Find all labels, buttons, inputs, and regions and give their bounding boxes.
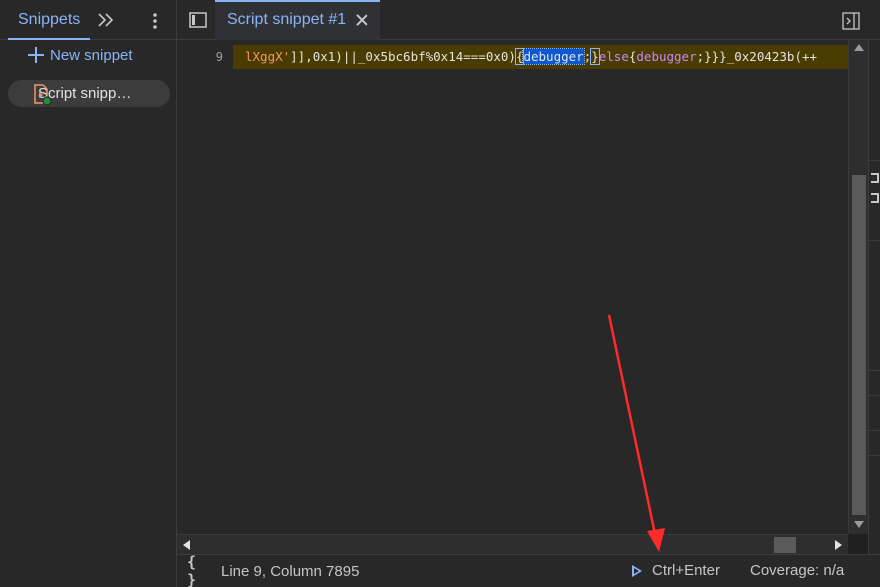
tab-snippets[interactable]: Snippets — [8, 0, 91, 40]
divider — [869, 430, 880, 431]
code-text[interactable]: lXggX']],0x1)||_0x5bc6bf%0x14===0x0){deb… — [233, 45, 848, 69]
divider — [869, 160, 880, 161]
divider — [869, 240, 880, 241]
run-shortcut-label: Ctrl+Enter — [652, 562, 720, 579]
coverage-status[interactable]: Coverage: n/a — [750, 562, 844, 579]
panel-toggle-icon[interactable] — [871, 193, 879, 203]
play-icon — [632, 564, 642, 577]
sidebar-header: Snippets — [0, 0, 176, 40]
code-keyword: else — [598, 49, 629, 64]
vertical-scrollbar[interactable] — [848, 40, 868, 534]
new-snippet-label: New snippet — [50, 46, 133, 64]
close-icon[interactable] — [356, 14, 368, 26]
scroll-up-icon[interactable] — [854, 44, 864, 51]
pretty-print-button[interactable]: { } — [187, 553, 211, 587]
vertical-scroll-thumb[interactable] — [852, 175, 866, 515]
debugger-panel-edge — [868, 40, 880, 554]
tab-script-snippet[interactable]: Script snippet #1 — [215, 0, 381, 40]
code-keyword: debugger — [636, 49, 697, 64]
panel-toggle-icon[interactable] — [871, 173, 879, 183]
code-brace: } — [590, 48, 600, 65]
code-editor[interactable]: 9 lXggX']],0x1)||_0x5bc6bf%0x14===0x0){d… — [177, 40, 848, 534]
scroll-down-icon[interactable] — [854, 521, 864, 528]
divider — [869, 455, 880, 456]
horizontal-scroll-thumb[interactable] — [774, 537, 796, 553]
cursor-position: Line 9, Column 7895 — [221, 562, 360, 580]
scroll-corner — [848, 534, 868, 554]
horizontal-scrollbar[interactable] — [177, 534, 848, 554]
run-snippet-button[interactable]: Ctrl+Enter — [632, 562, 720, 579]
sidebar: Snippets New snippet Script snipp… — [0, 0, 177, 587]
code-plain: ]],0x1)||_0x5bc6bf%0x14===0x0) — [290, 49, 516, 64]
code-selected-keyword: debugger — [522, 48, 585, 65]
scroll-right-icon[interactable] — [835, 540, 842, 550]
code-string: lXggX' — [245, 49, 291, 64]
divider — [869, 370, 880, 371]
new-snippet-button[interactable]: New snippet — [0, 40, 176, 70]
plus-icon — [28, 47, 44, 63]
kebab-menu-icon[interactable] — [148, 12, 162, 30]
toggle-debugger-icon[interactable] — [842, 12, 860, 30]
script-file-icon — [32, 84, 54, 106]
editor-tabbar: Script snippet #1 — [177, 0, 880, 40]
code-line[interactable]: 9 lXggX']],0x1)||_0x5bc6bf%0x14===0x0){d… — [177, 45, 848, 69]
status-bar: { } Line 9, Column 7895 Ctrl+Enter Cover… — [177, 553, 880, 587]
tab-label: Script snippet #1 — [227, 10, 347, 28]
divider — [869, 395, 880, 396]
chevron-double-right-icon[interactable] — [94, 8, 118, 32]
line-number: 9 — [215, 50, 223, 64]
scroll-left-icon[interactable] — [183, 540, 190, 550]
toggle-navigator-icon[interactable] — [181, 0, 215, 40]
code-plain: ;}}}_0x20423b(++ — [696, 49, 818, 64]
